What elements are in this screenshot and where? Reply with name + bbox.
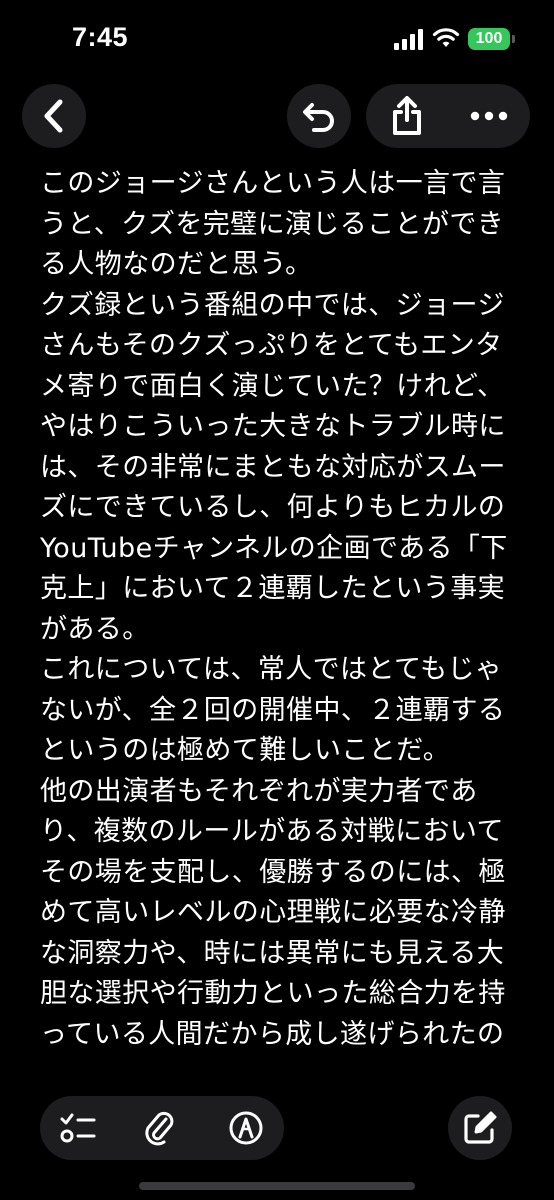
note-text-line: は、その非常にまともな対応がスムー [40, 451, 506, 483]
paperclip-icon [145, 1111, 174, 1146]
note-text-line: 他の出演者もそれぞれが実力者であ [40, 775, 478, 807]
actions-group [366, 84, 530, 148]
note-text-line: めて高いレベルの心理戦に必要な冷静 [40, 897, 506, 928]
compose-button[interactable] [448, 1096, 512, 1160]
format-toolbar [40, 1096, 284, 1160]
note-text-line: というのは極めて難しいことだ。 [40, 735, 451, 766]
note-text-line: な洞察力や、時には異常にも見える大 [40, 937, 505, 969]
wifi-icon [432, 26, 460, 50]
cellular-signal-icon [394, 28, 424, 52]
note-text-line: がある。 [40, 613, 150, 645]
status-bar: 7:45 100 [0, 0, 554, 80]
note-text-line: これについては、常人ではとてもじゃ [40, 654, 503, 685]
note-text-line: り、複数のルールがある対戦において [40, 816, 504, 847]
note-text-line: YouTubeチャンネルの企画である「下 [40, 532, 508, 564]
share-icon [393, 96, 421, 135]
note-text-line: さんもそのクズっぷりをとてもエンタ [40, 330, 503, 361]
back-button[interactable] [22, 84, 86, 148]
undo-icon [303, 103, 334, 132]
compose-icon [464, 1111, 497, 1144]
note-text-line: やはりこういった大きなトラブル時に [40, 411, 506, 442]
ellipsis-icon [470, 111, 508, 121]
battery-icon: 100 [468, 28, 510, 50]
attach-button[interactable] [130, 1096, 190, 1160]
note-text-line: このジョージさんという人は一言で言 [40, 168, 506, 199]
note-text-line: 胆な選択や行動力といった総合力を持 [40, 978, 506, 1009]
home-indicator [139, 1182, 415, 1190]
note-text-line: クズ録という番組の中では、ジョージ [40, 289, 505, 321]
status-time: 7:45 [72, 22, 129, 52]
markup-pen-icon [229, 1111, 263, 1145]
battery-tip [512, 35, 515, 43]
checklist-button[interactable] [48, 1096, 108, 1160]
note-text-line: る人物なのだと思う。 [40, 249, 313, 280]
note-body[interactable]: このジョージさんという人は一言で言 うと、クズを完璧に演じることができ る人物なのだ… [40, 164, 512, 1082]
more-button[interactable] [448, 84, 530, 148]
markup-button[interactable] [216, 1096, 276, 1160]
note-text-line: その場を支配し、優勝するのには、極 [40, 856, 506, 888]
note-text-line: 克上」において２連覇したという事実 [40, 573, 505, 604]
checklist-icon [60, 1113, 96, 1143]
undo-button[interactable] [287, 84, 351, 148]
note-text-line: っている人間だから成し遂げられたの [40, 1018, 505, 1050]
note-text-line: ないが、全２回の開催中、２連覇する [40, 694, 506, 726]
chevron-left-icon [44, 99, 63, 133]
note-text-line: ズにできているし、何よりもヒカルの [40, 492, 506, 523]
note-text-line: うと、クズを完璧に演じることができ [40, 208, 505, 240]
share-button[interactable] [366, 84, 448, 148]
note-text-line: メ寄りで面白く演じていた？けれど、 [40, 370, 505, 402]
